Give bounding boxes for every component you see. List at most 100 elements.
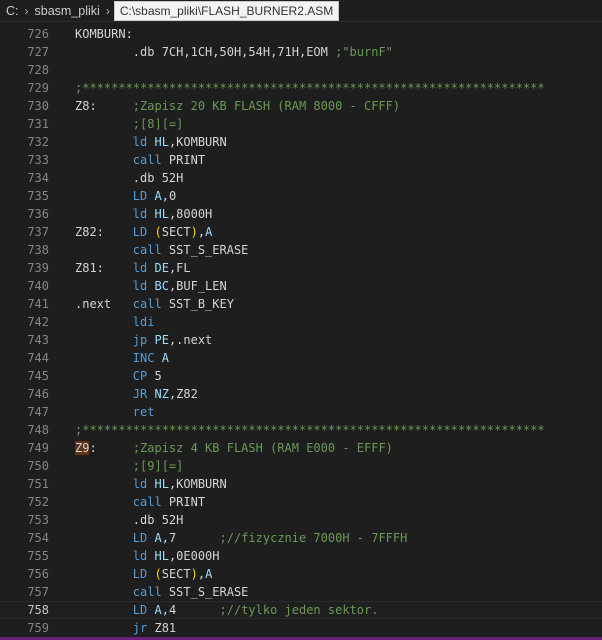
code-line[interactable]: 755 ld HL,0E000H — [0, 547, 602, 565]
code-text[interactable]: .db 7CH,1CH,50H,54H,71H,EOM ;"burnF" — [75, 43, 393, 61]
code-text[interactable]: ld HL,0E000H — [75, 547, 220, 565]
code-line[interactable]: 748 ;************************************… — [0, 421, 602, 439]
code-text[interactable]: Z82: LD (SECT),A — [75, 223, 212, 241]
code-text[interactable]: CP 5 — [75, 367, 162, 385]
code-token: PRINT — [168, 153, 206, 167]
code-text[interactable]: LD A,0 — [75, 187, 176, 205]
code-line[interactable]: 758 LD A,4 ;//tylko jeden sektor. — [0, 601, 602, 619]
code-line[interactable]: 735 LD A,0 — [0, 187, 602, 205]
code-text[interactable]: ;***************************************… — [75, 421, 545, 439]
code-line[interactable]: 737 Z82: LD (SECT),A — [0, 223, 602, 241]
code-token: A — [154, 189, 162, 203]
code-text[interactable]: jr Z81 — [75, 619, 176, 637]
line-number: 754 — [27, 531, 49, 545]
code-text[interactable]: ld HL,KOMBURN — [75, 133, 227, 151]
line-number: 756 — [27, 567, 49, 581]
code-text[interactable]: ret — [75, 403, 155, 421]
code-text[interactable]: ;[8][=] — [75, 115, 184, 133]
code-line[interactable]: 729 ;************************************… — [0, 79, 602, 97]
code-line[interactable]: 727 .db 7CH,1CH,50H,54H,71H,EOM ;"burnF" — [0, 43, 602, 61]
code-token: .next — [75, 297, 133, 311]
code-line[interactable]: 738 call SST_S_ERASE — [0, 241, 602, 259]
code-token: BC — [154, 279, 169, 293]
file-path-tooltip: C:\sbasm_pliki\FLASH_BURNER2.ASM — [113, 0, 340, 21]
code-line[interactable]: 733 call PRINT — [0, 151, 602, 169]
code-text[interactable]: LD (SECT),A — [75, 565, 213, 583]
code-text[interactable]: Z8: ;Zapisz 20 KB FLASH (RAM 8000 - CFFF… — [75, 97, 400, 115]
code-token: LD — [132, 603, 155, 617]
code-line[interactable]: 750 ;[9][=] — [0, 457, 602, 475]
code-line[interactable]: 754 LD A,7 ;//fizycznie 7000H - 7FFFH — [0, 529, 602, 547]
code-text[interactable]: jp PE,.next — [75, 331, 213, 349]
code-line[interactable]: 752 call PRINT — [0, 493, 602, 511]
code-line[interactable]: 751 ld HL,KOMBURN — [0, 475, 602, 493]
code-text[interactable]: .db 52H — [75, 169, 184, 187]
code-line[interactable]: 734 .db 52H — [0, 169, 602, 187]
code-text[interactable]: ;[9][=] — [75, 457, 184, 475]
code-line[interactable]: 741 .next call SST_B_KEY — [0, 295, 602, 313]
code-text[interactable]: .db 52H — [75, 511, 184, 529]
code-line[interactable]: 756 LD (SECT),A — [0, 565, 602, 583]
code-text[interactable]: INC A — [75, 349, 169, 367]
code-token: HL — [154, 477, 169, 491]
code-line[interactable]: 747 ret — [0, 403, 602, 421]
code-text[interactable]: KOMBURN: — [75, 25, 133, 43]
code-text[interactable]: ld BC,BUF_LEN — [75, 277, 227, 295]
code-text[interactable]: Z81: ld DE,FL — [75, 259, 191, 277]
code-text[interactable]: Z9: ;Zapisz 4 KB FLASH (RAM E000 - EFFF) — [75, 439, 393, 457]
code-token: SST_S_ERASE — [168, 243, 249, 257]
code-line[interactable]: 736 ld HL,8000H — [0, 205, 602, 223]
code-line[interactable]: 732 ld HL,KOMBURN — [0, 133, 602, 151]
code-text[interactable]: call PRINT — [75, 151, 205, 169]
code-text[interactable]: ldi — [75, 313, 155, 331]
code-line[interactable]: 759 jr Z81 — [0, 619, 602, 637]
code-text[interactable]: call SST_S_ERASE — [75, 583, 249, 601]
code-text[interactable]: call PRINT — [75, 493, 205, 511]
code-line[interactable]: 728 — [0, 61, 602, 79]
code-line[interactable]: 745 CP 5 — [0, 367, 602, 385]
code-token: ld — [132, 279, 155, 293]
code-token: ;"burnF" — [335, 45, 393, 59]
code-line[interactable]: 731 ;[8][=] — [0, 115, 602, 133]
code-text[interactable]: call SST_S_ERASE — [75, 241, 249, 259]
line-number: 741 — [27, 297, 49, 311]
line-number: 738 — [27, 243, 49, 257]
breadcrumb-drive[interactable]: C: — [4, 4, 21, 18]
code-text[interactable]: ld HL,KOMBURN — [75, 475, 227, 493]
code-line[interactable]: 753 .db 52H — [0, 511, 602, 529]
code-line[interactable]: 749 Z9: ;Zapisz 4 KB FLASH (RAM E000 - EF… — [0, 439, 602, 457]
breadcrumb-folder[interactable]: sbasm_pliki — [33, 4, 102, 18]
code-editor[interactable]: 726 KOMBURN: 727 .db 7CH,1CH,50H,54H,71H,E… — [0, 22, 602, 640]
code-line[interactable]: 726 KOMBURN: — [0, 25, 602, 43]
code-text[interactable]: ;***************************************… — [75, 79, 545, 97]
chevron-right-icon: › — [24, 3, 29, 18]
code-line[interactable]: 743 jp PE,.next — [0, 331, 602, 349]
code-token: ;***************************************… — [75, 81, 545, 95]
code-line[interactable]: 739 Z81: ld DE,FL — [0, 259, 602, 277]
code-line[interactable]: 757 call SST_S_ERASE — [0, 583, 602, 601]
code-text[interactable]: LD A,7 ;//fizycznie 7000H - 7FFFH — [75, 529, 408, 547]
code-text[interactable]: JR NZ,Z82 — [75, 385, 198, 403]
code-token: ,4 — [161, 603, 220, 617]
code-token: ,BUF_LEN — [168, 279, 227, 293]
code-line[interactable]: 746 JR NZ,Z82 — [0, 385, 602, 403]
code-text[interactable]: ld HL,8000H — [75, 205, 213, 223]
code-line[interactable]: 742 ldi — [0, 313, 602, 331]
code-token: HL — [154, 207, 169, 221]
code-text[interactable]: .next call SST_B_KEY — [75, 295, 234, 313]
code-line[interactable]: 744 INC A — [0, 349, 602, 367]
code-token: ( — [154, 567, 162, 581]
line-number: 736 — [27, 207, 49, 221]
code-line[interactable]: 730 Z8: ;Zapisz 20 KB FLASH (RAM 8000 - C… — [0, 97, 602, 115]
code-token: call — [132, 243, 169, 257]
code-line[interactable]: 740 ld BC,BUF_LEN — [0, 277, 602, 295]
code-text[interactable]: LD A,4 ;//tylko jeden sektor. — [75, 602, 379, 618]
code-token: .db 52H — [132, 513, 184, 527]
